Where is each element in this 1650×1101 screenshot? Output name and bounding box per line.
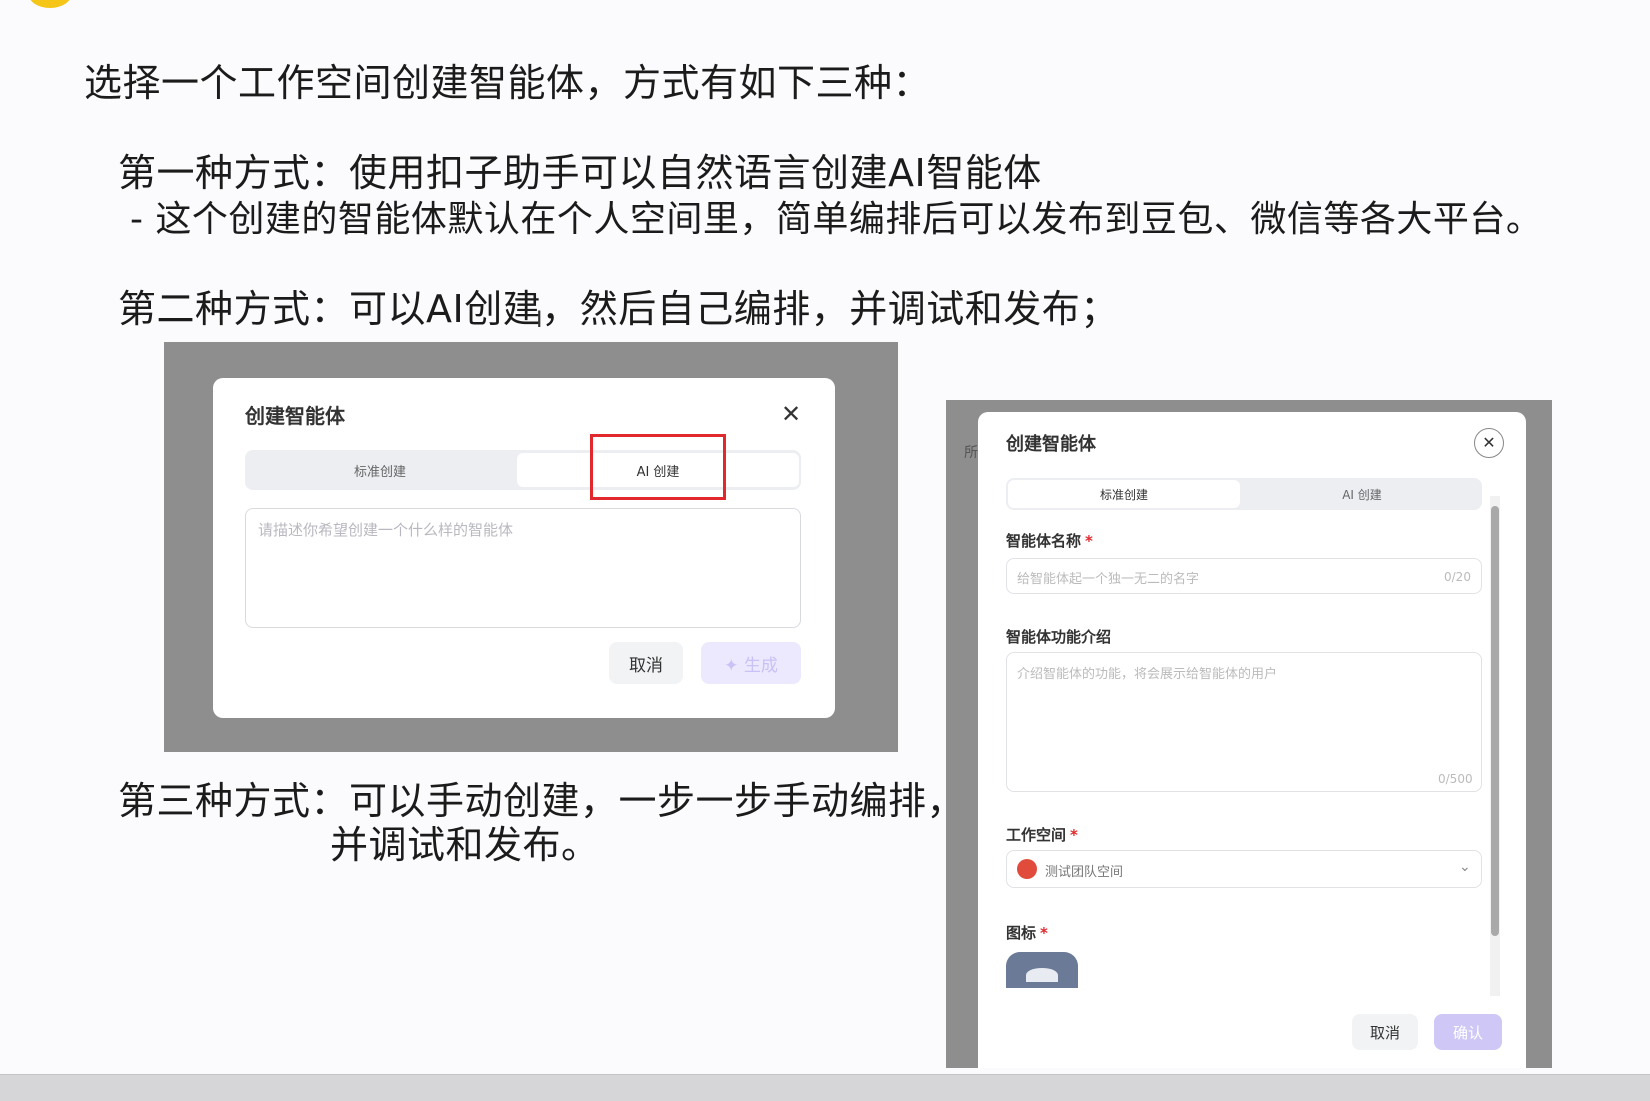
ai-create-dialog: 创建智能体 ✕ 标准创建 AI 创建 请描述你希望创建一个什么样的智能体 取消 … [213, 378, 835, 718]
icon-label-text: 图标 [1006, 924, 1037, 942]
method1-title: 第一种方式：使用扣子助手可以自然语言创建AI智能体 [118, 151, 1042, 195]
workspace-avatar-icon [1017, 859, 1037, 879]
tab-ai-create[interactable]: AI 创建 [1246, 480, 1478, 508]
icon-label: 图标 * [1006, 922, 1048, 943]
required-mark: * [1040, 924, 1048, 942]
workspace-value: 测试团队空间 [1045, 865, 1124, 880]
generate-button[interactable]: ✦ 生成 [701, 642, 801, 684]
workspace-label: 工作空间 * [1006, 824, 1078, 845]
background-fragment: 所 [964, 445, 978, 461]
screenshot-manual-create: 所 创建智能体 ✕ 标准创建 AI 创建 智能体名称 * 给智能体起一个独一无二的… [946, 400, 1552, 1068]
method3-line2: 并调试和发布。 [330, 823, 600, 867]
bottom-bar [0, 1074, 1650, 1101]
tab-standard-create[interactable]: 标准创建 [1008, 480, 1240, 508]
name-input[interactable]: 给智能体起一个独一无二的名字 [1006, 558, 1482, 594]
dialog-title: 创建智能体 [245, 404, 345, 428]
method2-text: 第二种方式：可以AI创建，然后自己编排，并调试和发布； [118, 278, 1119, 333]
workspace-label-text: 工作空间 [1006, 826, 1067, 844]
scrollbar[interactable] [1490, 496, 1500, 996]
method2-part1: 第二种方式：可以AI创建 [118, 287, 542, 331]
screenshot-ai-create: 创建智能体 ✕ 标准创建 AI 创建 请描述你希望创建一个什么样的智能体 取消 … [164, 342, 898, 752]
dialog-title: 创建智能体 [1006, 434, 1096, 455]
tab-standard-create[interactable]: 标准创建 [245, 450, 515, 490]
manual-create-dialog: 创建智能体 ✕ 标准创建 AI 创建 智能体名称 * 给智能体起一个独一无二的名字… [978, 412, 1526, 1068]
avatar-shape [1026, 968, 1058, 982]
required-mark: * [1070, 826, 1078, 844]
agent-avatar-icon[interactable] [1006, 952, 1078, 988]
text-cursor-icon: I [536, 308, 543, 333]
chevron-down-icon: ⌄ [1459, 859, 1471, 875]
intro-text: 选择一个工作空间创建智能体，方式有如下三种： [84, 61, 932, 105]
cancel-button[interactable]: 取消 [1352, 1014, 1418, 1050]
workspace-select[interactable]: 测试团队空间 ⌄ [1006, 850, 1482, 888]
description-input[interactable]: 请描述你希望创建一个什么样的智能体 [245, 508, 801, 628]
method1-detail: - 这个创建的智能体默认在个人空间里，简单编排后可以发布到豆包、微信等各大平台。 [130, 199, 1543, 240]
cancel-button[interactable]: 取消 [609, 642, 683, 684]
required-mark: * [1085, 532, 1093, 550]
description-counter: 0/500 [1438, 772, 1473, 786]
name-counter: 0/20 [1444, 570, 1471, 584]
name-label: 智能体名称 * [1006, 530, 1093, 551]
description-input[interactable]: 介绍智能体的功能，将会展示给智能体的用户 [1006, 652, 1482, 792]
scrollbar-thumb[interactable] [1491, 506, 1499, 936]
name-label-text: 智能体名称 [1006, 532, 1082, 550]
method2-part2: ，然后自己编排，并调试和发布； [541, 287, 1119, 331]
description-label: 智能体功能介绍 [1006, 628, 1112, 646]
create-mode-tabs: 标准创建 AI 创建 [1006, 478, 1482, 510]
confirm-button[interactable]: 确认 [1434, 1014, 1502, 1050]
corner-dot-decoration [28, 0, 72, 8]
close-icon[interactable]: ✕ [781, 402, 801, 426]
highlight-box [590, 434, 726, 500]
close-icon[interactable]: ✕ [1474, 428, 1504, 458]
